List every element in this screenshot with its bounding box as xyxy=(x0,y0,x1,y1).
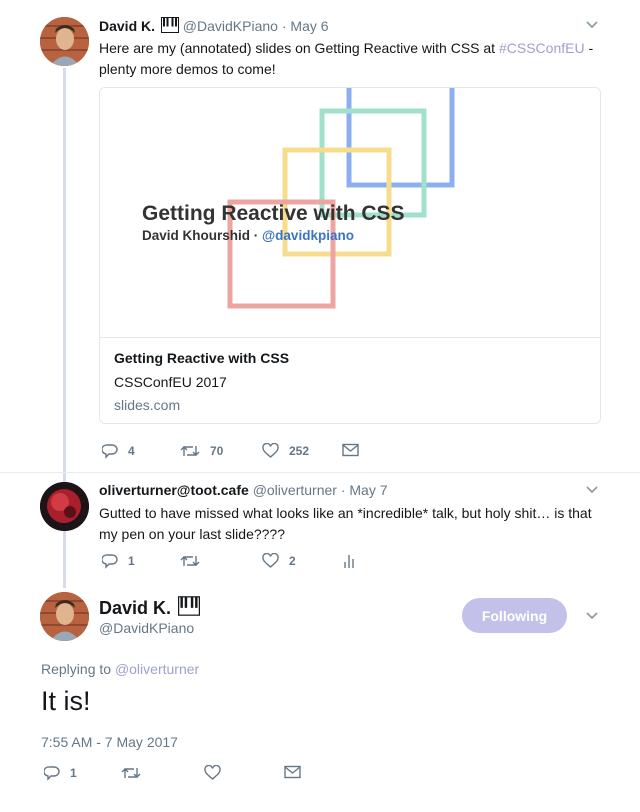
dm-icon xyxy=(342,443,359,457)
piano-icon xyxy=(178,596,201,616)
retweet-button[interactable]: 70 xyxy=(180,443,223,459)
chevron-down-icon[interactable] xyxy=(585,611,599,621)
like-count: 2 xyxy=(289,554,296,568)
retweet-button[interactable] xyxy=(121,765,141,781)
author-handle[interactable]: @DavidKPiano xyxy=(99,620,194,636)
tweet-timestamp[interactable]: 7:55 AM - 7 May 2017 xyxy=(41,734,178,750)
card-description: CSSConfEU 2017 xyxy=(114,374,227,390)
tweet-actions: 1 2 xyxy=(102,553,402,573)
author-name-text: David K. xyxy=(99,598,172,618)
tweet-date[interactable]: May 7 xyxy=(349,482,387,498)
dm-icon xyxy=(284,765,301,779)
author-name[interactable]: David K. xyxy=(99,596,201,619)
tweet-text: Here are my (annotated) slides on Gettin… xyxy=(99,38,604,80)
like-icon xyxy=(204,765,221,780)
author-name[interactable]: David K. xyxy=(99,18,155,34)
dm-button[interactable] xyxy=(284,765,301,779)
author-handle[interactable]: @DavidKPiano xyxy=(183,18,278,34)
separator: · xyxy=(281,18,287,34)
like-icon xyxy=(262,443,279,458)
retweet-icon xyxy=(180,446,200,456)
like-button[interactable]: 252 xyxy=(262,443,309,459)
reply-button[interactable]: 4 xyxy=(102,443,135,459)
card-title: Getting Reactive with CSS xyxy=(114,350,290,366)
reply-count: 4 xyxy=(128,444,135,458)
following-button[interactable]: Following xyxy=(462,598,567,633)
tweet-date[interactable]: May 6 xyxy=(290,18,328,34)
reply-count: 1 xyxy=(70,766,77,780)
author-name[interactable]: oliverturner@toot.cafe xyxy=(99,482,249,498)
retweet-button[interactable] xyxy=(180,553,200,569)
tweet-actions: 4 70 252 xyxy=(102,443,402,463)
like-button[interactable] xyxy=(204,765,221,781)
chevron-down-icon[interactable] xyxy=(585,485,599,495)
tweet-header: David K. @DavidKPiano · May 6 xyxy=(99,17,329,34)
link-card[interactable]: Getting Reactive with CSS David Khourshi… xyxy=(99,87,601,424)
slide-title: Getting Reactive with CSS xyxy=(142,202,405,225)
dm-button[interactable] xyxy=(342,443,359,457)
tweet-actions: 1 xyxy=(44,765,344,785)
reply-icon xyxy=(102,554,118,569)
avatar-image xyxy=(40,592,89,641)
divider xyxy=(0,472,640,473)
tweet-header: oliverturner@toot.cafe @oliverturner · M… xyxy=(99,482,388,498)
piano-icon xyxy=(160,17,179,33)
avatar[interactable] xyxy=(40,482,89,531)
replying-to: Replying to @oliverturner xyxy=(41,661,199,677)
like-icon xyxy=(262,553,279,568)
slide-twitter: @davidkpiano xyxy=(262,228,354,243)
reply-icon xyxy=(44,766,60,781)
slide-subtitle: David Khourshid · @davidkpiano xyxy=(142,228,354,243)
analytics-icon xyxy=(344,555,354,568)
like-count: 252 xyxy=(289,444,310,458)
slide-author: David Khourshid · xyxy=(142,228,263,243)
reply-count: 1 xyxy=(128,554,135,568)
author-handle[interactable]: @oliverturner xyxy=(253,482,337,498)
hashtag-link[interactable]: #CSSConfEU xyxy=(499,40,585,56)
reply-icon xyxy=(102,444,118,459)
avatar[interactable] xyxy=(40,17,89,66)
retweet-icon xyxy=(121,768,141,778)
reply-button[interactable]: 1 xyxy=(44,765,77,781)
card-domain: slides.com xyxy=(114,397,181,413)
avatar-image xyxy=(40,17,89,66)
like-button[interactable]: 2 xyxy=(262,553,296,569)
avatar[interactable] xyxy=(40,592,89,641)
analytics-button[interactable] xyxy=(342,553,356,569)
avatar-image xyxy=(40,482,89,531)
tweet-text-part: Here are my (annotated) slides on Gettin… xyxy=(99,40,499,56)
chevron-down-icon[interactable] xyxy=(585,20,599,30)
retweet-icon xyxy=(180,556,200,566)
mention-link[interactable]: @oliverturner xyxy=(115,661,199,677)
separator: · xyxy=(340,482,346,498)
retweet-count: 70 xyxy=(210,444,224,458)
tweet-text: It is! xyxy=(41,686,91,716)
reply-button[interactable]: 1 xyxy=(102,553,135,569)
tweet-text: Gutted to have missed what looks like an… xyxy=(99,505,592,542)
card-image: Getting Reactive with CSS David Khourshi… xyxy=(100,88,600,338)
replying-prefix: Replying to xyxy=(41,661,115,677)
